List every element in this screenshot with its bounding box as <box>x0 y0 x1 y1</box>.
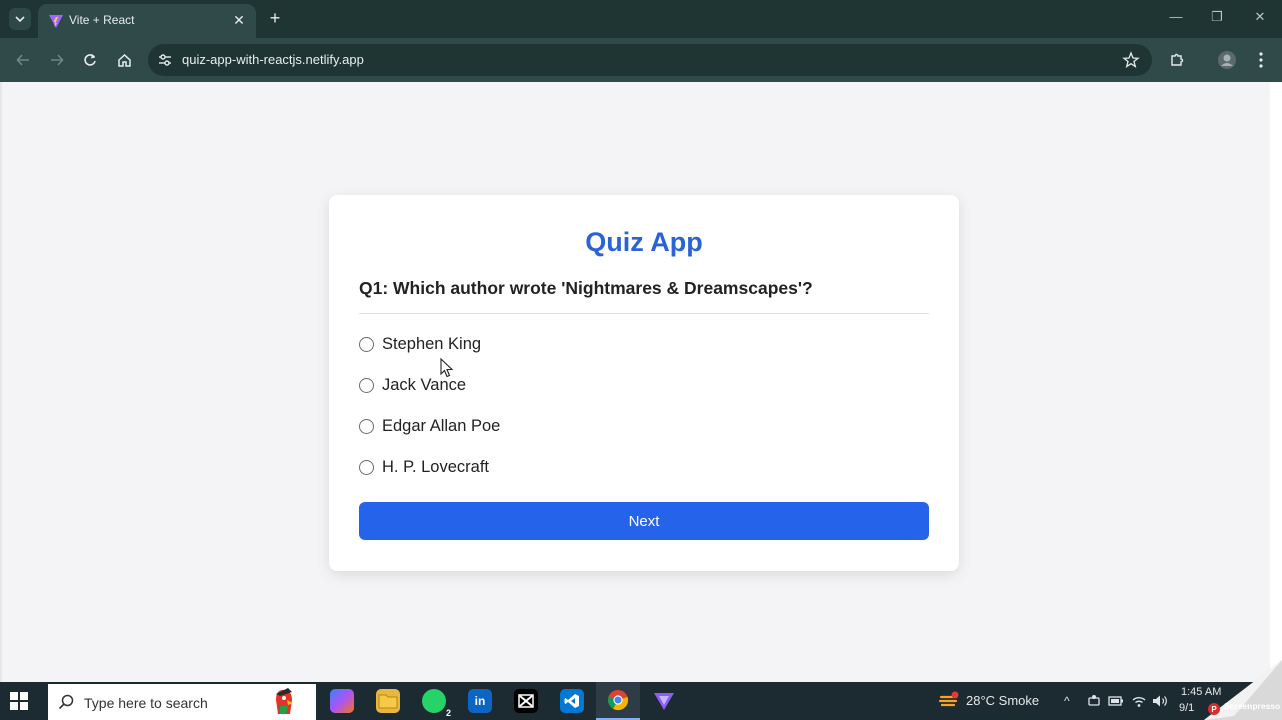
vpn-triangle-icon <box>654 693 674 710</box>
linkedin-icon[interactable]: in <box>468 689 492 713</box>
extensions-button[interactable] <box>1166 49 1188 71</box>
option-label: Stephen King <box>382 334 482 353</box>
minimize-icon[interactable]: — <box>1166 9 1186 24</box>
page-viewport: Quiz App Q1: Which author wrote 'Nightma… <box>0 82 1282 682</box>
arrow-right-icon <box>51 54 64 66</box>
vscode-logo-icon <box>564 694 579 708</box>
kebab-menu-icon <box>1259 52 1263 68</box>
site-settings-icon[interactable] <box>156 51 174 69</box>
windows-start-icon[interactable] <box>10 692 28 710</box>
puzzle-icon <box>1171 53 1184 66</box>
restore-icon[interactable]: ❐ <box>1207 9 1227 25</box>
browser-tab[interactable]: Vite + React ✕ <box>38 4 256 38</box>
profile-avatar[interactable] <box>1216 49 1238 71</box>
folder-icon <box>378 694 398 709</box>
screenpresso-label: Screenpresso <box>1224 701 1280 711</box>
search-placeholder: Type here to search <box>84 695 208 711</box>
reload-icon <box>84 54 96 66</box>
bookmark-star-icon[interactable] <box>1122 51 1140 69</box>
answer-option[interactable]: Stephen King <box>359 332 659 356</box>
radio-button[interactable] <box>359 336 374 352</box>
parrot-doodle-icon <box>276 688 293 714</box>
weather-smoke-icon[interactable] <box>938 691 960 711</box>
chrome-taskbar-button[interactable] <box>596 682 640 720</box>
radio-button[interactable] <box>359 459 374 475</box>
clock-date[interactable]: 9/1 <box>1179 702 1194 714</box>
window-close-icon[interactable]: ✕ <box>1250 9 1270 25</box>
proton-vpn-icon[interactable] <box>652 689 676 713</box>
radio-button[interactable] <box>359 418 374 434</box>
answer-option[interactable]: Edgar Allan Poe <box>359 414 659 438</box>
question-text: Q1: Which author wrote 'Nightmares & Dre… <box>359 278 813 298</box>
close-tab-icon[interactable]: ✕ <box>230 11 248 29</box>
chevron-up-icon[interactable]: ^ <box>1064 694 1070 708</box>
tab-title: Vite + React <box>69 13 135 27</box>
next-button[interactable]: Next <box>359 502 929 540</box>
option-label: H. P. Lovecraft <box>382 457 490 476</box>
home-icon <box>117 53 131 67</box>
answer-option[interactable]: Jack Vance <box>359 373 659 397</box>
back-button[interactable] <box>12 49 34 71</box>
option-label: Jack Vance <box>382 375 467 394</box>
browser-menu-button[interactable] <box>1250 49 1272 71</box>
chrome-icon <box>607 690 629 711</box>
forward-button[interactable] <box>46 49 68 71</box>
home-button[interactable] <box>113 49 135 71</box>
capcut-icon[interactable] <box>514 689 538 713</box>
address-bar[interactable]: quiz-app-with-reactjs.netlify.app <box>148 44 1152 76</box>
url-text: quiz-app-with-reactjs.netlify.app <box>182 52 364 67</box>
vscode-icon[interactable] <box>560 689 584 713</box>
svg-text:P: P <box>1211 705 1217 714</box>
quiz-title: Quiz App <box>585 227 703 257</box>
whatsapp-icon[interactable]: 2 <box>422 689 453 718</box>
search-icon <box>58 694 74 710</box>
meet-now-icon[interactable] <box>1087 694 1101 708</box>
radio-button[interactable] <box>359 377 374 393</box>
taskbar-search-box[interactable]: Type here to search <box>48 684 316 720</box>
avatar-icon <box>1218 51 1236 69</box>
screenpresso-watermark: P Screenpresso <box>1204 660 1282 720</box>
new-tab-button[interactable]: + <box>264 8 286 30</box>
whatsapp-badge: 2 <box>443 708 453 718</box>
volume-icon[interactable] <box>1152 694 1168 708</box>
tab-search-button[interactable] <box>9 8 31 30</box>
wifi-icon[interactable] <box>1131 694 1147 708</box>
chevron-down-icon <box>15 16 25 23</box>
arrow-left-icon <box>16 54 29 66</box>
windows-taskbar: Type here to search 2 in 28°C Smoke ^ 1:… <box>0 682 1282 720</box>
answer-option[interactable]: H. P. Lovecraft <box>359 455 659 479</box>
browser-tab-bar: Vite + React ✕ + — ❐ ✕ <box>0 0 1282 38</box>
mouse-cursor-icon <box>440 358 454 378</box>
reload-button[interactable] <box>79 49 101 71</box>
battery-icon[interactable] <box>1108 695 1124 707</box>
weather-text[interactable]: 28°C Smoke <box>966 693 1039 708</box>
capcut-logo-icon <box>518 694 534 708</box>
divider <box>359 313 929 314</box>
file-explorer-icon[interactable] <box>376 689 400 713</box>
copilot-app-icon[interactable] <box>330 689 354 713</box>
vite-favicon-icon <box>49 15 63 28</box>
browser-toolbar: quiz-app-with-reactjs.netlify.app <box>0 38 1282 82</box>
quiz-card: Quiz App Q1: Which author wrote 'Nightma… <box>329 195 959 571</box>
option-label: Edgar Allan Poe <box>382 416 501 435</box>
